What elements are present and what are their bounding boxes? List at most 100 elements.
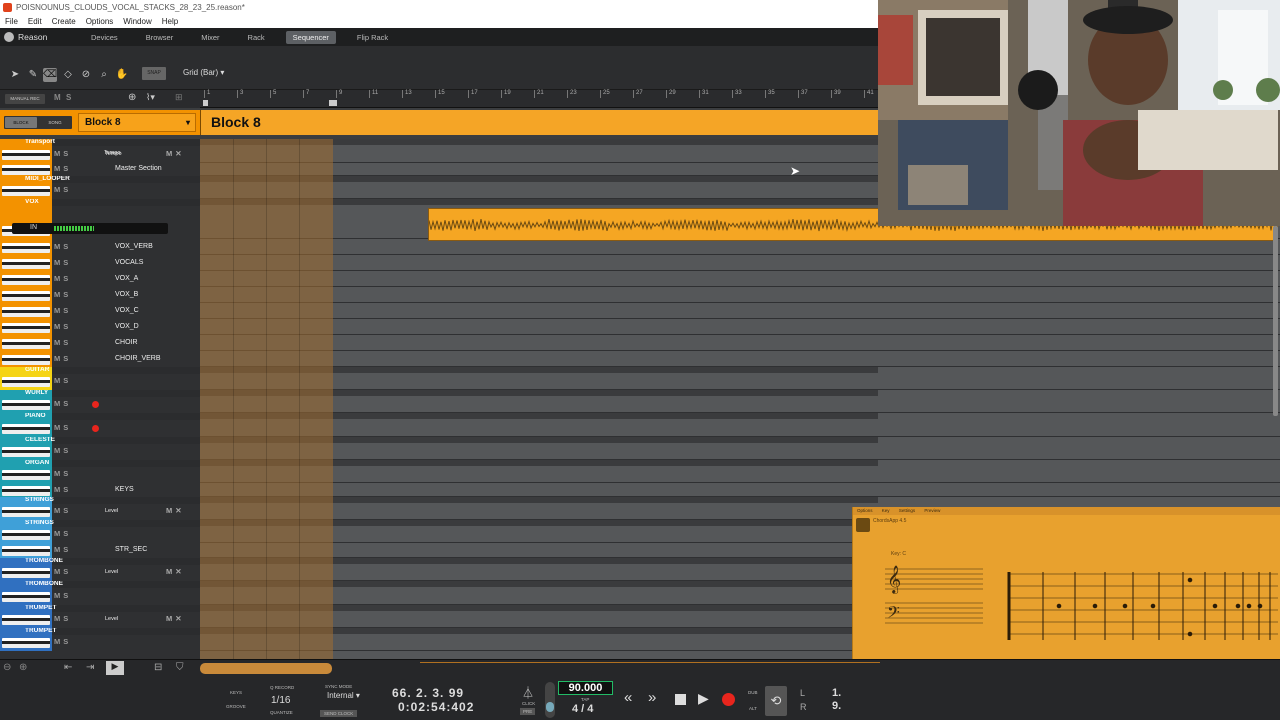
track-mute-button[interactable]: M: [54, 545, 63, 554]
track-solo-button[interactable]: S: [63, 567, 71, 576]
mute-solo-buttons[interactable]: MS: [54, 567, 71, 576]
lane-mute-delete[interactable]: M✕: [166, 614, 185, 623]
device-thumbnail[interactable]: [2, 592, 50, 602]
track-row[interactable]: MS VOX_A: [0, 271, 200, 287]
track-name[interactable]: VOX_VERB: [115, 243, 153, 250]
device-thumbnail[interactable]: [2, 530, 50, 540]
tab-browser[interactable]: Browser: [139, 31, 181, 44]
track-solo-button[interactable]: S: [63, 529, 71, 538]
block-song-toggle[interactable]: BLOCK SONG: [4, 116, 72, 129]
mute-solo-buttons[interactable]: MS: [54, 485, 71, 494]
menu-create[interactable]: Create: [47, 15, 81, 28]
mute-solo-buttons[interactable]: MS: [54, 529, 71, 538]
track-name[interactable]: CHOIR: [115, 339, 138, 346]
fit-view-icon[interactable]: ⊟: [154, 662, 162, 673]
mute-solo-buttons[interactable]: MS: [54, 614, 71, 623]
track-mute-button[interactable]: M: [54, 376, 63, 385]
hand-tool-icon[interactable]: ✋: [115, 68, 129, 82]
menu-options[interactable]: Options: [81, 15, 119, 28]
device-thumbnail[interactable]: [2, 307, 50, 317]
track-row[interactable]: VOXMSIN: [0, 199, 200, 239]
track-mute-button[interactable]: M: [54, 567, 63, 576]
track-solo-button[interactable]: S: [63, 591, 71, 600]
alt-button[interactable]: ALT: [749, 706, 757, 711]
track-row[interactable]: CELESTE MS: [0, 437, 200, 460]
mute-solo-buttons[interactable]: MS: [54, 376, 71, 385]
eraser-tool-icon[interactable]: ⌫: [43, 68, 57, 82]
track-row[interactable]: TRUMPET MS Level M✕: [0, 605, 200, 628]
rewind-icon[interactable]: «: [624, 689, 632, 706]
track-solo-button[interactable]: S: [63, 258, 71, 267]
tab-rack[interactable]: Rack: [241, 31, 272, 44]
track-solo-button[interactable]: S: [63, 274, 71, 283]
mute-solo-buttons[interactable]: MS: [54, 242, 71, 251]
mute-solo-buttons[interactable]: MS: [54, 423, 71, 432]
follow-right-icon[interactable]: ⇥: [86, 662, 94, 673]
block-mode-button[interactable]: BLOCK: [5, 117, 37, 128]
metronome-icon[interactable]: ⏃: [522, 684, 534, 701]
device-thumbnail[interactable]: [2, 546, 50, 556]
tab-devices[interactable]: Devices: [84, 31, 125, 44]
chords-menu-settings[interactable]: Settings: [899, 508, 915, 513]
track-solo-button[interactable]: S: [63, 306, 71, 315]
track-solo-button[interactable]: S: [63, 185, 71, 194]
add-track-icon[interactable]: ⊕: [128, 92, 136, 103]
tempo-display[interactable]: 90.000: [558, 681, 613, 695]
tab-mixer[interactable]: Mixer: [194, 31, 226, 44]
loop-start-marker[interactable]: [203, 100, 208, 106]
mute-solo-buttons[interactable]: MS: [54, 506, 71, 515]
track-row[interactable]: GUITAR MS: [0, 367, 200, 390]
track-solo-button[interactable]: S: [63, 614, 71, 623]
mute-solo-buttons[interactable]: MS: [54, 290, 71, 299]
track-solo-button[interactable]: S: [63, 376, 71, 385]
track-mute-button[interactable]: M: [54, 591, 63, 600]
snap-button[interactable]: SNAP: [142, 67, 166, 80]
mute-solo-buttons[interactable]: MS: [54, 338, 71, 347]
track-row[interactable]: MS STR_SEC: [0, 543, 200, 558]
mute-tool-icon[interactable]: ⊘: [79, 68, 93, 82]
track-row[interactable]: MS VOX_VERB: [0, 239, 200, 255]
loop-right-value[interactable]: 9.: [832, 700, 841, 712]
track-name[interactable]: KEYS: [115, 486, 134, 493]
chords-menu-preview[interactable]: Preview: [924, 508, 940, 513]
track-name[interactable]: VOX_D: [115, 323, 139, 330]
track-row[interactable]: STRINGS MS Level M✕: [0, 497, 200, 520]
follow-play-icon[interactable]: ▶: [106, 661, 124, 675]
track-name[interactable]: VOX_A: [115, 275, 138, 282]
track-solo-button[interactable]: S: [63, 399, 71, 408]
follow-left-icon[interactable]: ⇤: [64, 662, 72, 673]
record-enable-icon[interactable]: [92, 425, 99, 432]
timeline-ruler[interactable]: 1 3 5 7 9 11 13 15 17 19 21 23 25 27 29 31 33 35 37 39 41: [200, 90, 878, 108]
track-mute-button[interactable]: M: [54, 290, 63, 299]
device-thumbnail[interactable]: [2, 568, 50, 578]
track-mute-button[interactable]: M: [54, 399, 63, 408]
mute-solo-buttons[interactable]: MS: [54, 274, 71, 283]
track-row[interactable]: MS KEYS: [0, 483, 200, 497]
lane-mute-delete[interactable]: M✕: [166, 149, 185, 158]
mute-solo-buttons[interactable]: MS: [54, 469, 71, 478]
track-row[interactable]: PIANO MS: [0, 413, 200, 437]
device-thumbnail[interactable]: [2, 339, 50, 349]
track-solo-button[interactable]: S: [63, 506, 71, 515]
mute-solo-buttons[interactable]: MS: [54, 149, 71, 158]
device-thumbnail[interactable]: [2, 638, 50, 648]
loop-icon[interactable]: ⟲: [765, 686, 787, 716]
track-row[interactable]: Transport MS Tempo Tempo M✕: [0, 139, 200, 163]
track-mute-button[interactable]: M: [54, 469, 63, 478]
loop-end-marker[interactable]: [329, 100, 337, 106]
track-name[interactable]: CHOIR_VERB: [115, 355, 161, 362]
track-solo-button[interactable]: S: [63, 485, 71, 494]
track-mute-button[interactable]: M: [54, 423, 63, 432]
track-mute-button[interactable]: M: [54, 322, 63, 331]
device-thumbnail[interactable]: [2, 275, 50, 285]
zoom-in-icon[interactable]: ⊕: [19, 662, 27, 673]
master-mute[interactable]: M: [54, 93, 61, 102]
sync-mode-select[interactable]: Internal ▾: [327, 691, 360, 700]
razor-tool-icon[interactable]: ◇: [61, 68, 75, 82]
mute-solo-buttons[interactable]: MS: [54, 637, 71, 646]
track-mute-button[interactable]: M: [54, 446, 63, 455]
track-row[interactable]: WURLY MS: [0, 390, 200, 413]
track-solo-button[interactable]: S: [63, 354, 71, 363]
record-enable-icon[interactable]: [92, 401, 99, 408]
track-mute-button[interactable]: M: [54, 242, 63, 251]
